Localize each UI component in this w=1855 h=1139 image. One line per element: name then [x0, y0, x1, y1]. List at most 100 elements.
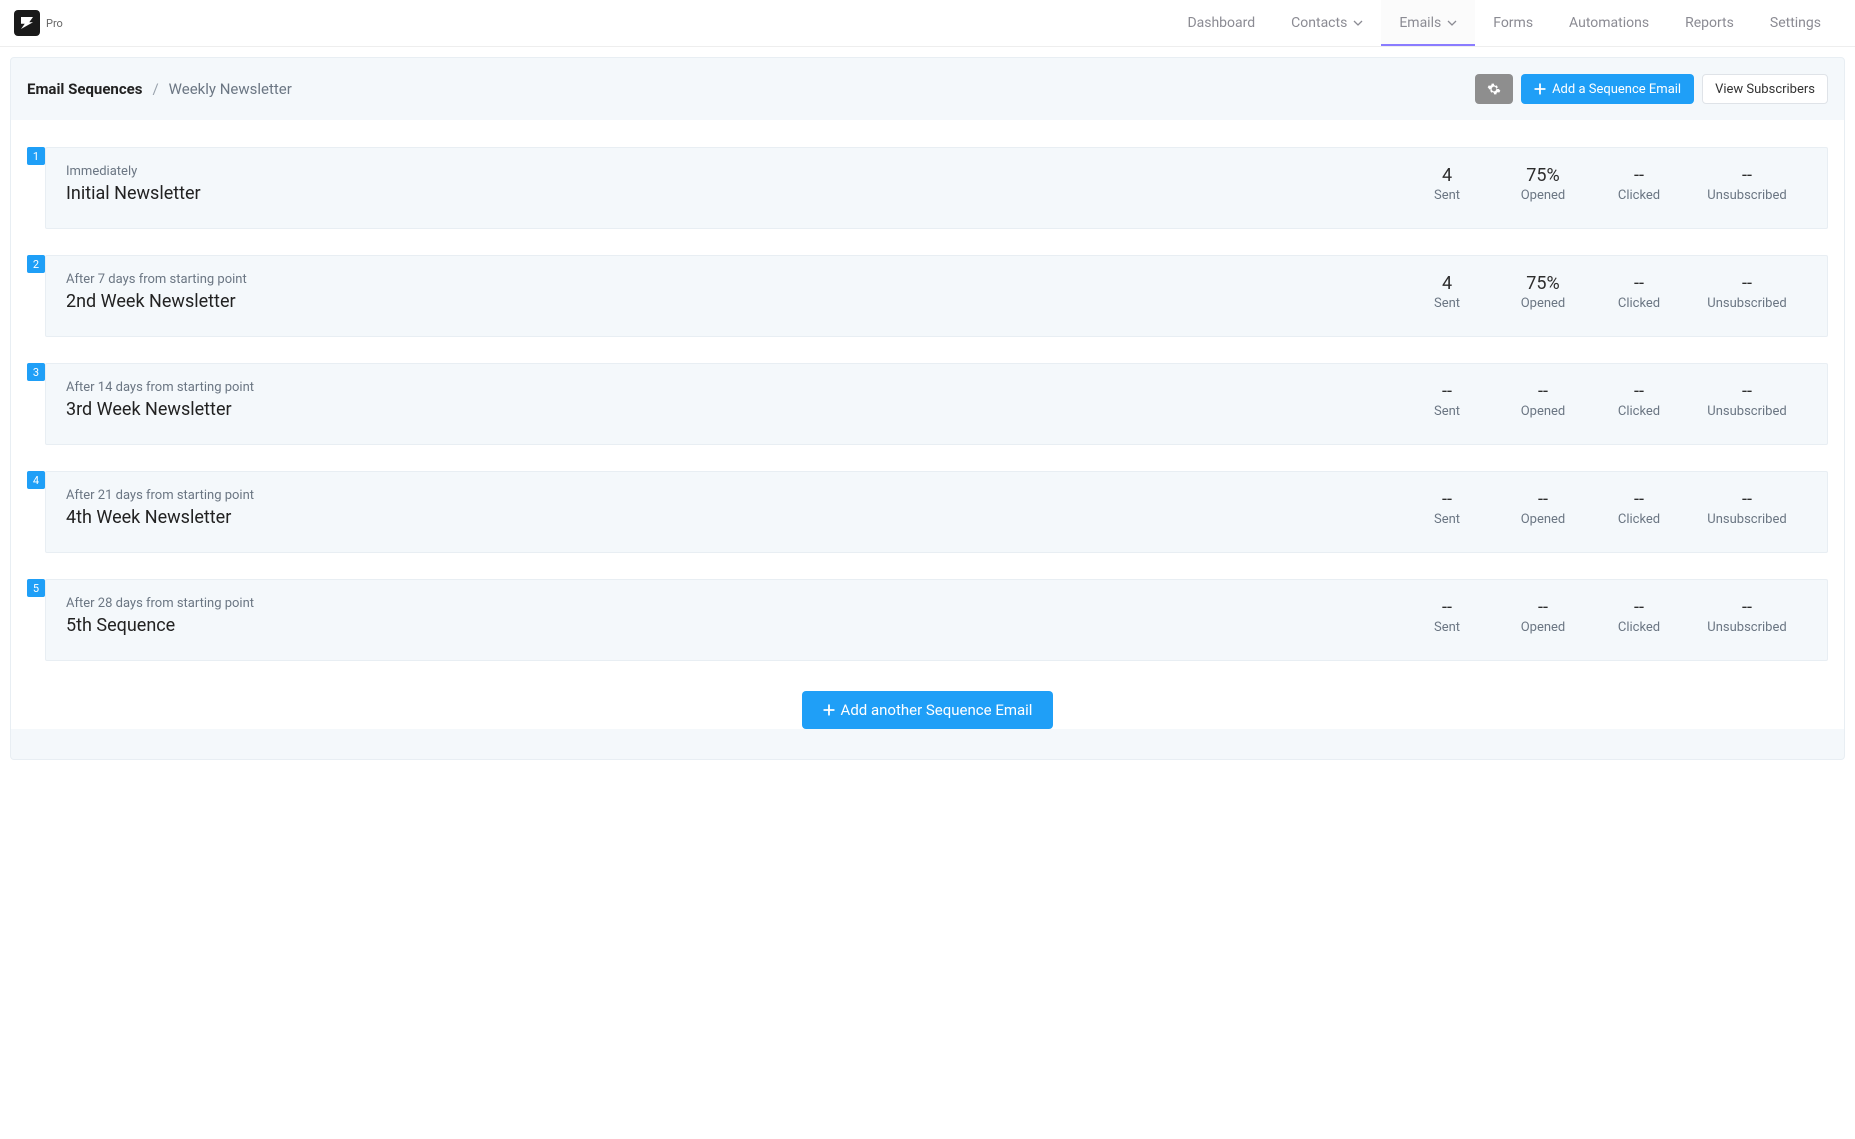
- stat-opened-label: Opened: [1495, 404, 1591, 419]
- nav-label: Dashboard: [1187, 15, 1255, 31]
- sequence-index-badge: 2: [27, 255, 45, 273]
- sequence-item: 5 After 28 days from starting point 5th …: [27, 579, 1828, 661]
- sequence-timing: After 14 days from starting point: [66, 380, 1399, 395]
- nav-label: Automations: [1569, 15, 1649, 31]
- stat-sent-label: Sent: [1399, 296, 1495, 311]
- stat-clicked-value: --: [1591, 381, 1687, 402]
- plus-icon: [823, 704, 835, 716]
- sequence-item: 4 After 21 days from starting point 4th …: [27, 471, 1828, 553]
- stat-unsub-label: Unsubscribed: [1687, 188, 1807, 203]
- stat-unsub-value: --: [1687, 273, 1807, 294]
- chevron-down-icon: [1353, 18, 1363, 28]
- stat-clicked-value: --: [1591, 489, 1687, 510]
- nav-automations[interactable]: Automations: [1551, 0, 1667, 46]
- nav-label: Settings: [1770, 15, 1821, 31]
- gear-icon: [1487, 82, 1501, 96]
- sequence-settings-button[interactable]: [1475, 74, 1513, 104]
- stat-opened-value: --: [1495, 381, 1591, 402]
- sequence-title: Initial Newsletter: [66, 183, 1399, 204]
- sequence-item: 3 After 14 days from starting point 3rd …: [27, 363, 1828, 445]
- stat-clicked-label: Clicked: [1591, 512, 1687, 527]
- stat-unsub-label: Unsubscribed: [1687, 404, 1807, 419]
- stat-clicked-label: Clicked: [1591, 404, 1687, 419]
- stat-clicked-value: --: [1591, 597, 1687, 618]
- stat-clicked-label: Clicked: [1591, 188, 1687, 203]
- sequence-index-badge: 1: [27, 147, 45, 165]
- stat-opened-label: Opened: [1495, 296, 1591, 311]
- sequence-stats: --Sent --Opened --Clicked --Unsubscribed: [1399, 597, 1807, 635]
- add-sequence-email-button[interactable]: Add a Sequence Email: [1521, 74, 1694, 104]
- nav-reports[interactable]: Reports: [1667, 0, 1752, 46]
- stat-sent-value: 4: [1399, 165, 1495, 186]
- stat-sent-label: Sent: [1399, 512, 1495, 527]
- stat-unsub-label: Unsubscribed: [1687, 296, 1807, 311]
- sequence-card[interactable]: After 21 days from starting point 4th We…: [45, 471, 1828, 553]
- brand-logo-icon: [14, 10, 40, 36]
- sequence-card[interactable]: After 14 days from starting point 3rd We…: [45, 363, 1828, 445]
- nav-emails[interactable]: Emails: [1381, 0, 1475, 46]
- panel-actions: Add a Sequence Email View Subscribers: [1475, 74, 1828, 104]
- sequence-item: 1 Immediately Initial Newsletter 4 Sent 7…: [27, 147, 1828, 229]
- stat-sent-value: --: [1399, 381, 1495, 402]
- sequence-panel: Email Sequences / Weekly Newsletter Add …: [10, 57, 1845, 760]
- nav-label: Reports: [1685, 15, 1734, 31]
- sequence-card[interactable]: Immediately Initial Newsletter 4 Sent 75%…: [45, 147, 1828, 229]
- panel-header: Email Sequences / Weekly Newsletter Add …: [11, 58, 1844, 120]
- stat-opened-value: --: [1495, 597, 1591, 618]
- stat-sent-label: Sent: [1399, 188, 1495, 203]
- stat-clicked-value: --: [1591, 165, 1687, 186]
- stat-unsub-label: Unsubscribed: [1687, 512, 1807, 527]
- stat-opened-value: 75%: [1495, 165, 1591, 186]
- breadcrumb-leaf: Weekly Newsletter: [169, 80, 292, 98]
- stat-unsub-value: --: [1687, 165, 1807, 186]
- stat-opened-label: Opened: [1495, 188, 1591, 203]
- stat-sent-value: --: [1399, 597, 1495, 618]
- sequence-timing: After 21 days from starting point: [66, 488, 1399, 503]
- sequence-title: 4th Week Newsletter: [66, 507, 1399, 528]
- sequence-index-badge: 5: [27, 579, 45, 597]
- sequence-list: 1 Immediately Initial Newsletter 4 Sent 7…: [11, 120, 1844, 729]
- stat-opened-value: 75%: [1495, 273, 1591, 294]
- sequence-stats: --Sent --Opened --Clicked --Unsubscribed: [1399, 381, 1807, 419]
- stat-unsub-value: --: [1687, 381, 1807, 402]
- nav-dashboard[interactable]: Dashboard: [1169, 0, 1273, 46]
- nav-label: Contacts: [1291, 15, 1347, 31]
- brand-tag: Pro: [46, 17, 63, 30]
- view-subscribers-button[interactable]: View Subscribers: [1702, 74, 1828, 104]
- sequence-card[interactable]: After 7 days from starting point 2nd Wee…: [45, 255, 1828, 337]
- sequence-card[interactable]: After 28 days from starting point 5th Se…: [45, 579, 1828, 661]
- sequence-title: 2nd Week Newsletter: [66, 291, 1399, 312]
- stat-opened-label: Opened: [1495, 512, 1591, 527]
- page: Email Sequences / Weekly Newsletter Add …: [0, 47, 1855, 1139]
- sequence-stats: --Sent --Opened --Clicked --Unsubscribed: [1399, 489, 1807, 527]
- stat-clicked-label: Clicked: [1591, 620, 1687, 635]
- stat-clicked-value: --: [1591, 273, 1687, 294]
- nav-settings[interactable]: Settings: [1752, 0, 1839, 46]
- sequence-stats: 4Sent 75%Opened --Clicked --Unsubscribed: [1399, 273, 1807, 311]
- breadcrumb: Email Sequences / Weekly Newsletter: [27, 80, 292, 98]
- sequence-title: 3rd Week Newsletter: [66, 399, 1399, 420]
- sequence-timing: After 28 days from starting point: [66, 596, 1399, 611]
- add-another-sequence-button[interactable]: Add another Sequence Email: [802, 691, 1054, 729]
- chevron-down-icon: [1447, 18, 1457, 28]
- sequence-index-badge: 4: [27, 471, 45, 489]
- sequence-timing: After 7 days from starting point: [66, 272, 1399, 287]
- sequence-title: 5th Sequence: [66, 615, 1399, 636]
- stat-sent-value: --: [1399, 489, 1495, 510]
- sequence-timing: Immediately: [66, 164, 1399, 179]
- sequence-index-badge: 3: [27, 363, 45, 381]
- nav-label: Emails: [1399, 15, 1441, 31]
- stat-clicked-label: Clicked: [1591, 296, 1687, 311]
- add-row: Add another Sequence Email: [27, 691, 1828, 729]
- nav-forms[interactable]: Forms: [1475, 0, 1551, 46]
- breadcrumb-sep: /: [152, 80, 158, 98]
- button-label: Add a Sequence Email: [1552, 82, 1681, 97]
- stat-opened-label: Opened: [1495, 620, 1591, 635]
- main-nav: Dashboard Contacts Emails Forms Automati…: [1169, 0, 1839, 46]
- plus-icon: [1534, 83, 1546, 95]
- nav-contacts[interactable]: Contacts: [1273, 0, 1381, 46]
- stat-unsub-value: --: [1687, 597, 1807, 618]
- brand[interactable]: Pro: [14, 0, 63, 46]
- breadcrumb-root[interactable]: Email Sequences: [27, 80, 142, 98]
- stat-unsub-value: --: [1687, 489, 1807, 510]
